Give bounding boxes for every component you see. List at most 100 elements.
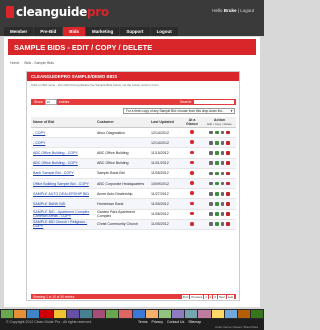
copy-icon[interactable] xyxy=(220,171,225,176)
footer-link[interactable]: Terms xyxy=(138,320,148,324)
ad-thumbnail[interactable] xyxy=(158,310,172,318)
ad-thumbnail[interactable] xyxy=(237,310,250,318)
glance-icon[interactable] xyxy=(190,201,194,206)
view-icon[interactable] xyxy=(209,212,213,216)
ad-thumbnail[interactable] xyxy=(106,310,119,318)
ad-thumbnail[interactable] xyxy=(79,310,93,318)
page-button[interactable]: Last xyxy=(226,294,234,299)
ad-thumbnail[interactable] xyxy=(211,310,224,318)
delete-icon[interactable] xyxy=(226,161,230,165)
bid-name-link[interactable]: SAMPLE BID - Apartment Complex Common Ar… xyxy=(31,209,95,220)
edit-icon[interactable] xyxy=(214,161,219,165)
nav-item-pre-bid[interactable]: Pre-Bid xyxy=(34,27,63,36)
glance-icon[interactable] xyxy=(190,150,194,155)
copy-icon[interactable] xyxy=(220,181,225,186)
ad-thumbnail[interactable] xyxy=(66,310,79,318)
search-input[interactable] xyxy=(194,100,234,104)
footer-link[interactable]: Contact Us xyxy=(167,320,184,324)
edit-icon[interactable] xyxy=(214,140,219,145)
edit-icon[interactable] xyxy=(214,171,219,176)
nav-item-support[interactable]: Support xyxy=(120,27,150,36)
copy-icon[interactable] xyxy=(220,161,225,165)
ad-thumbnail[interactable] xyxy=(53,310,66,318)
page-button[interactable]: First xyxy=(181,294,190,299)
page-button[interactable]: 3 xyxy=(213,294,217,299)
bid-name-link[interactable]: ABC Office Building - COPY xyxy=(31,158,95,169)
ad-thumbnail[interactable] xyxy=(1,310,14,318)
col-name[interactable]: Name of Bid xyxy=(31,117,95,128)
delete-icon[interactable] xyxy=(226,202,230,206)
edit-icon[interactable] xyxy=(214,212,219,216)
edit-icon[interactable] xyxy=(214,222,219,227)
view-icon[interactable] xyxy=(209,140,213,145)
page-button[interactable]: Next xyxy=(217,294,226,299)
footer-link[interactable]: Sitemap xyxy=(188,320,201,324)
edit-icon[interactable] xyxy=(214,202,219,206)
bid-name-link[interactable]: Office Building Sample Bid - COPY xyxy=(31,178,95,190)
glance-icon[interactable] xyxy=(190,130,194,134)
ad-thumbnail[interactable] xyxy=(224,310,237,318)
bid-name-link[interactable]: - COPY xyxy=(31,127,95,139)
view-icon[interactable] xyxy=(209,130,213,135)
nav-item-bids[interactable]: Bids xyxy=(63,27,86,36)
ad-thumbnail[interactable] xyxy=(145,310,158,318)
page-button[interactable]: 1 xyxy=(204,294,208,299)
delete-icon[interactable] xyxy=(226,130,230,135)
ad-thumbnail[interactable] xyxy=(172,310,185,318)
view-icon[interactable] xyxy=(209,171,213,176)
copy-bid-select[interactable]: For a fresh copy of any Sample Bid: choo… xyxy=(123,108,235,114)
delete-icon[interactable] xyxy=(226,181,230,186)
delete-icon[interactable] xyxy=(226,171,230,176)
view-icon[interactable] xyxy=(209,222,213,227)
logo[interactable]: cleanguidepro xyxy=(6,5,109,19)
glance-icon[interactable] xyxy=(190,181,194,185)
col-glance[interactable]: At a Glance xyxy=(181,117,203,128)
edit-icon[interactable] xyxy=(214,151,219,155)
bid-name-link[interactable]: ABC Office Building - COPY xyxy=(31,147,95,159)
top-logout-link[interactable]: Logout xyxy=(240,8,254,13)
bid-name-link[interactable]: SAMPLE AUTO DEALERSHIP BID xyxy=(31,188,95,200)
nav-item-member[interactable]: Member xyxy=(4,27,34,36)
glance-icon[interactable] xyxy=(190,221,194,226)
entries-select[interactable]: 10 xyxy=(44,99,57,105)
nav-item-logout[interactable]: Logout xyxy=(150,27,178,36)
view-icon[interactable] xyxy=(209,151,213,155)
breadcrumb-home[interactable]: Home xyxy=(10,61,19,65)
bid-name-link[interactable]: - COPY xyxy=(31,137,95,149)
delete-icon[interactable] xyxy=(226,151,230,155)
ad-thumbnail[interactable] xyxy=(250,310,264,318)
page-button[interactable]: 2 xyxy=(208,294,213,299)
bid-name-link[interactable]: SAMPLE BID Church / Religious - COPY xyxy=(31,219,95,230)
ad-thumbnail[interactable] xyxy=(185,310,198,318)
glance-icon[interactable] xyxy=(190,160,194,165)
col-updated[interactable]: Last Updated xyxy=(149,117,181,128)
delete-icon[interactable] xyxy=(226,191,230,196)
view-icon[interactable] xyxy=(209,202,213,206)
delete-icon[interactable] xyxy=(226,222,230,227)
copy-icon[interactable] xyxy=(220,191,225,196)
copy-icon[interactable] xyxy=(220,130,225,135)
edit-icon[interactable] xyxy=(214,191,219,196)
ad-thumbnail[interactable] xyxy=(132,310,145,318)
copy-icon[interactable] xyxy=(220,140,225,145)
view-icon[interactable] xyxy=(209,191,213,196)
ad-thumbnail[interactable] xyxy=(40,310,53,318)
user-name[interactable]: Bruke xyxy=(224,8,237,13)
ad-thumbnail[interactable] xyxy=(14,310,27,318)
view-icon[interactable] xyxy=(209,161,213,165)
copy-icon[interactable] xyxy=(220,222,225,227)
view-icon[interactable] xyxy=(209,181,213,186)
ad-thumbnail[interactable] xyxy=(27,310,40,318)
copy-icon[interactable] xyxy=(220,212,225,216)
ad-thumbnail[interactable] xyxy=(93,310,106,318)
glance-icon[interactable] xyxy=(190,191,194,196)
col-customer[interactable]: Customer xyxy=(95,117,149,128)
copy-icon[interactable] xyxy=(220,202,225,206)
edit-icon[interactable] xyxy=(214,181,219,186)
page-button[interactable]: Previous xyxy=(190,294,204,299)
glance-icon[interactable] xyxy=(190,140,194,145)
glance-icon[interactable] xyxy=(190,171,194,175)
ad-thumbnail[interactable] xyxy=(119,310,132,318)
bid-name-link[interactable]: SAMPLE BANK BID xyxy=(31,198,95,210)
delete-icon[interactable] xyxy=(226,212,230,216)
